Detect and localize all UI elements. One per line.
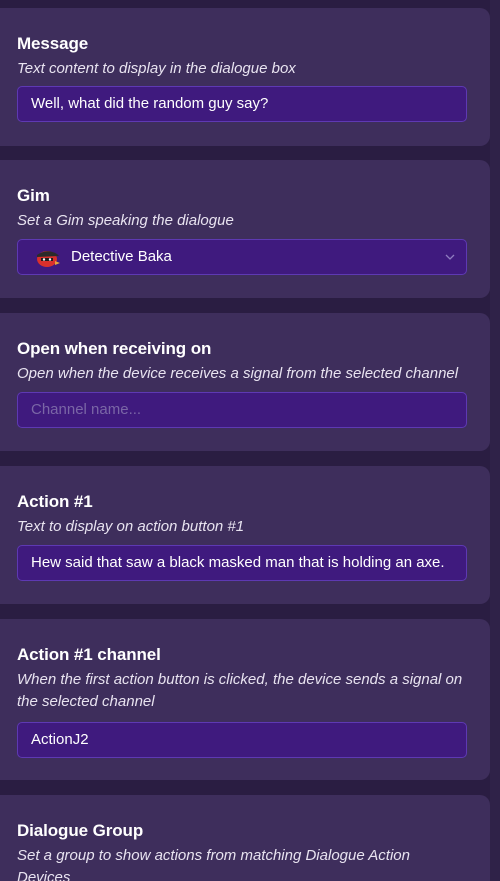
dialogue-group-description: Set a group to show actions from matchin…	[17, 847, 410, 881]
gim-section: Gim Set a Gim speaking the dialogue Dete…	[0, 160, 490, 298]
gim-select-value: Detective Baka	[71, 248, 172, 265]
channel-name-input[interactable]: Channel name...	[17, 392, 467, 428]
message-section: Message Text content to display in the d…	[0, 8, 490, 146]
action1-description: Text to display on action button #1	[17, 518, 245, 535]
message-input[interactable]: Well, what did the random guy say?	[17, 86, 467, 122]
message-title: Message	[17, 34, 89, 53]
dialogue-group-title: Dialogue Group	[17, 821, 144, 840]
open-on-title: Open when receiving on	[17, 339, 212, 358]
dialogue-group-section: Dialogue Group Set a group to show actio…	[0, 795, 490, 881]
open-on-section: Open when receiving on Open when the dev…	[0, 313, 490, 451]
action1-channel-section: Action #1 channel When the first action …	[0, 619, 490, 780]
device-options-panel: Message Text content to display in the d…	[0, 0, 500, 881]
action1-section: Action #1 Text to display on action butt…	[0, 466, 490, 604]
action1-input[interactable]: Hew said that saw a black masked man tha…	[17, 545, 467, 581]
action1-channel-description: When the first action button is clicked,…	[17, 671, 463, 710]
action1-title: Action #1	[17, 492, 93, 511]
action1-channel-input[interactable]: ActionJ2	[17, 722, 467, 758]
gim-title: Gim	[17, 186, 50, 205]
action1-channel-title: Action #1 channel	[17, 645, 161, 664]
open-on-description: Open when the device receives a signal f…	[17, 365, 459, 382]
scrollbar-track[interactable]	[490, 0, 500, 881]
gim-select[interactable]: Detective Baka	[17, 239, 467, 275]
gim-avatar-icon	[37, 251, 60, 267]
chevron-down-icon	[445, 254, 455, 260]
gim-description: Set a Gim speaking the dialogue	[17, 212, 234, 229]
message-description: Text content to display in the dialogue …	[17, 60, 296, 77]
